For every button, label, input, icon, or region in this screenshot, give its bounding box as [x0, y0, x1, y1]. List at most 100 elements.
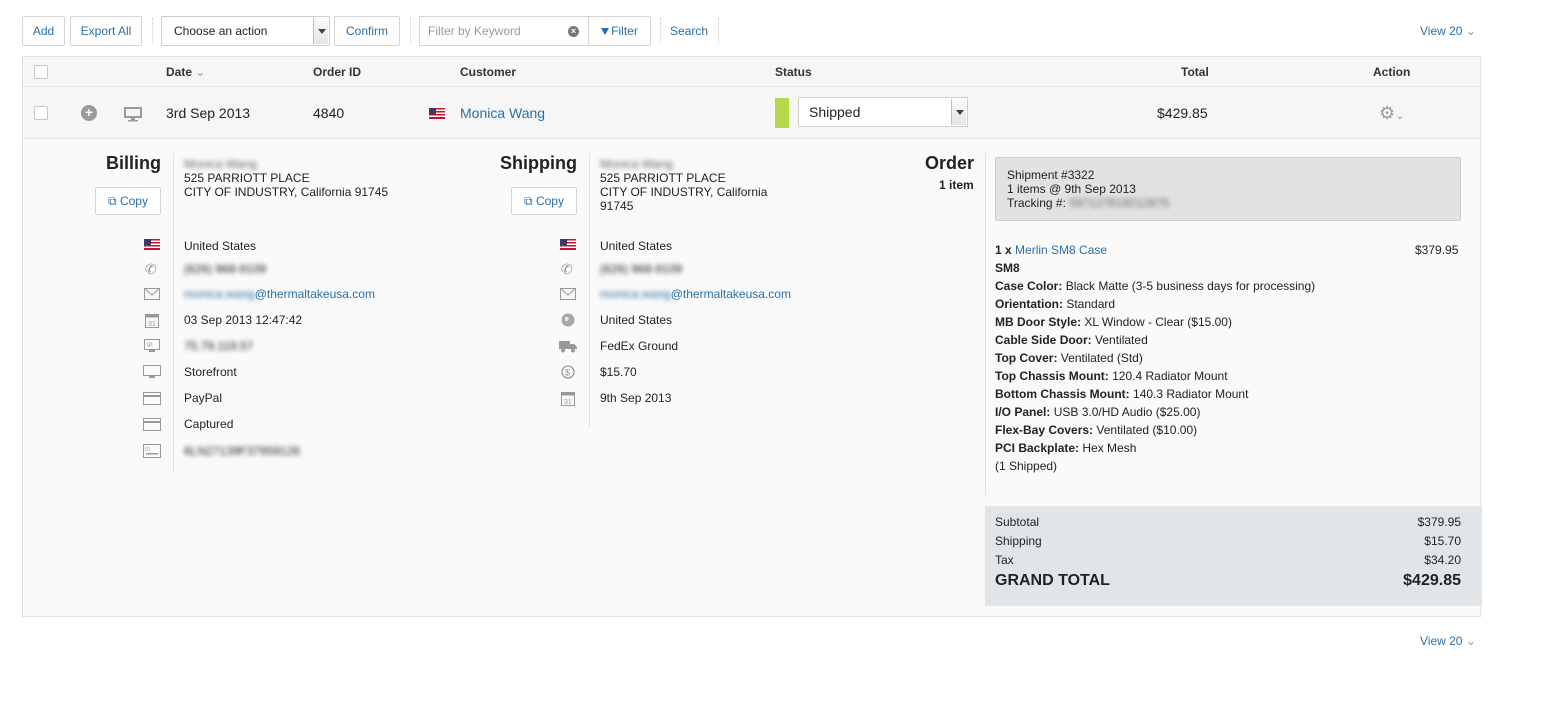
- toolbar-divider: [718, 18, 719, 44]
- toolbar-divider: [660, 18, 661, 44]
- shipping-copy-button[interactable]: ⧉ Copy: [511, 187, 577, 215]
- billing-address: Monica Wang 525 PARRIOTT PLACE CITY OF I…: [184, 157, 388, 199]
- shipping-address-line2: CITY OF INDUSTRY, California: [600, 185, 768, 199]
- item-name-line: 1 x Merlin SM8 Case: [995, 243, 1107, 257]
- shipping-title: Shipping: [500, 153, 577, 173]
- billing-divider: [173, 153, 174, 473]
- storefront-monitor-icon: [143, 365, 161, 382]
- status-color-indicator: [775, 98, 789, 128]
- shipping-divider: [589, 153, 590, 428]
- total-column-header: Total: [1181, 65, 1209, 79]
- shipping-total-label: Shipping: [995, 534, 1042, 548]
- tracking-label: Tracking #:: [1007, 196, 1066, 210]
- item-option: Top Chassis Mount: 120.4 Radiator Mount: [995, 369, 1228, 383]
- status-column-header: Status: [775, 65, 812, 79]
- item-option-value: Black Matte (3-5 business days for proce…: [1065, 279, 1316, 293]
- item-option-value: 120.4 Radiator Mount: [1112, 369, 1228, 383]
- credit-card-icon: [143, 392, 161, 408]
- chevron-down-icon[interactable]: [951, 99, 966, 125]
- item-option-label: Cable Side Door:: [995, 333, 1092, 347]
- item-option-value: XL Window - Clear ($15.00): [1084, 315, 1232, 329]
- copy-label: Copy: [119, 194, 148, 208]
- select-all-checkbox[interactable]: [34, 65, 48, 79]
- us-flag-icon: [144, 239, 160, 255]
- item-option-label: PCI Backplate:: [995, 441, 1080, 455]
- item-option: Orientation: Standard: [995, 297, 1115, 311]
- item-option-value: USB 3.0/HD Audio ($25.00): [1053, 405, 1201, 419]
- gear-icon[interactable]: ⚙⌄: [1379, 103, 1404, 124]
- confirm-button[interactable]: Confirm: [334, 16, 400, 46]
- globe-icon: [561, 313, 577, 329]
- status-value: Shipped: [809, 104, 861, 120]
- shipping-region-link[interactable]: United States: [600, 313, 672, 327]
- chevron-down-icon: ⌄: [1465, 24, 1476, 38]
- billing-ip[interactable]: 75.79.119.57: [184, 339, 253, 353]
- bulk-action-select[interactable]: Choose an action: [161, 16, 330, 46]
- item-option-value: Ventilated: [1095, 333, 1148, 347]
- customer-link[interactable]: Monica Wang: [460, 105, 545, 121]
- filter-keyword-input[interactable]: [428, 24, 568, 38]
- footer-view-count-dropdown[interactable]: View 20 ⌄: [1420, 634, 1476, 648]
- tracking-number: 587127819212875: [1069, 196, 1170, 210]
- customer-column-header: Customer: [460, 65, 517, 79]
- item-option: Top Cover: Ventilated (Std): [995, 351, 1143, 365]
- phone-icon: ✆: [561, 261, 573, 277]
- billing-email[interactable]: monica.wang@thermaltakeusa.com: [184, 287, 375, 301]
- shipment-tracking: Tracking #: 587127819212875: [1007, 196, 1169, 210]
- svg-text:31: 31: [564, 399, 572, 406]
- sort-chevron-icon: ⌄: [195, 65, 206, 79]
- shipping-country: United States: [600, 239, 673, 253]
- shipping-total-value: $15.70: [1424, 534, 1461, 548]
- shipping-cost: $15.70: [600, 365, 637, 379]
- shipping-method: FedEx Ground: [600, 339, 679, 353]
- grand-total-label: GRAND TOTAL: [995, 572, 1110, 589]
- funnel-icon: [601, 28, 610, 36]
- filter-label: Filter: [611, 24, 638, 38]
- item-option: PCI Backplate: Hex Mesh: [995, 441, 1136, 455]
- item-option-label: I/O Panel:: [995, 405, 1051, 419]
- expand-icon[interactable]: +: [81, 105, 97, 121]
- add-button[interactable]: Add: [22, 16, 65, 46]
- item-option: Case Color: Black Matte (3-5 business da…: [995, 279, 1315, 293]
- tax-value: $34.20: [1424, 553, 1461, 567]
- item-link[interactable]: Merlin SM8 Case: [1015, 243, 1107, 257]
- item-option: Cable Side Door: Ventilated: [995, 333, 1148, 347]
- shipping-address-line1: 525 PARRIOTT PLACE: [600, 171, 726, 185]
- storefront-monitor-icon: [123, 106, 143, 125]
- search-link[interactable]: Search: [670, 24, 708, 38]
- clear-icon[interactable]: ×: [568, 26, 579, 37]
- status-select[interactable]: Shipped: [798, 97, 968, 127]
- copy-icon: ⧉: [524, 194, 533, 208]
- copy-icon: ⧉: [108, 194, 117, 208]
- order-totals: Subtotal $379.95 Shipping $15.70 Tax $34…: [985, 506, 1482, 606]
- us-flag-icon: [560, 239, 576, 255]
- billing-source: Storefront: [184, 365, 237, 379]
- envelope-icon: [560, 288, 576, 304]
- shipping-email[interactable]: monica.wang@thermaltakeusa.com: [600, 287, 791, 301]
- item-option: Bottom Chassis Mount: 140.3 Radiator Mou…: [995, 387, 1248, 401]
- copy-label: Copy: [535, 194, 564, 208]
- view-count-label: View 20: [1420, 634, 1463, 648]
- order-item-count: 1 item: [939, 178, 974, 192]
- filter-keyword-field[interactable]: ×: [419, 16, 589, 46]
- order-date: 3rd Sep 2013: [166, 105, 251, 121]
- subtotal-value: $379.95: [1417, 515, 1461, 529]
- shipment-link[interactable]: Shipment #3322: [1007, 168, 1094, 182]
- billing-email-user: monica.wang: [184, 287, 255, 301]
- billing-copy-button[interactable]: ⧉ Copy: [95, 187, 161, 215]
- chevron-down-icon: ⌄: [1465, 634, 1476, 648]
- export-all-button[interactable]: Export All: [70, 16, 142, 46]
- chevron-down-icon[interactable]: [313, 18, 328, 44]
- svg-text:31: 31: [148, 321, 156, 328]
- item-option-label: Orientation:: [995, 297, 1063, 311]
- toolbar-divider: [152, 18, 153, 44]
- row-checkbox[interactable]: [34, 106, 48, 120]
- shipping-email-user: monica.wang: [600, 287, 671, 301]
- table-header: Date ⌄ Order ID Customer Status Total Ac…: [23, 57, 1480, 87]
- billing-address-line2: CITY OF INDUSTRY, California 91745: [184, 185, 389, 199]
- item-option-label: MB Door Style:: [995, 315, 1082, 329]
- date-column-header[interactable]: Date ⌄: [166, 65, 205, 79]
- view-count-dropdown[interactable]: View 20 ⌄: [1420, 24, 1476, 38]
- filter-button[interactable]: Filter: [588, 16, 651, 46]
- item-option-label: Top Cover:: [995, 351, 1058, 365]
